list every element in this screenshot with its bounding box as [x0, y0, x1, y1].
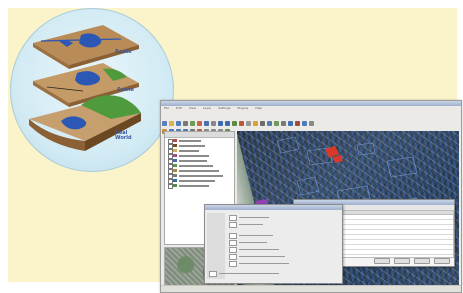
search-button[interactable] — [374, 258, 390, 264]
scene-layer-label: Scene — [117, 87, 134, 93]
gis-application-window: File Edit View Layer Settings Plugins He… — [160, 100, 462, 293]
layer-item[interactable] — [165, 184, 234, 189]
layer-properties-dialog — [204, 204, 343, 284]
gis-layers-concept-illustration: Route Scene Real World — [10, 8, 174, 172]
digitizing-toolbar — [161, 120, 461, 134]
layer-item[interactable] — [165, 144, 234, 149]
illustration-background: Route Scene Real World File Edit View La… — [8, 8, 462, 293]
layer-item[interactable] — [165, 154, 234, 159]
layer-item[interactable] — [165, 139, 234, 144]
layer-item[interactable] — [165, 149, 234, 154]
layer-item[interactable] — [165, 179, 234, 184]
menu-plugins[interactable]: Plugins — [238, 106, 249, 110]
route-layer-slab — [33, 25, 139, 69]
layer-item[interactable] — [165, 169, 234, 174]
real-world-layer-label: Real World — [115, 130, 132, 141]
menu-help[interactable]: Help — [255, 106, 262, 110]
properties-tab-list[interactable] — [207, 213, 225, 279]
menu-layer[interactable]: Layer — [203, 106, 211, 110]
layer-item[interactable] — [165, 174, 234, 179]
layer-properties-title-bar[interactable] — [205, 205, 342, 210]
main-toolbar — [161, 112, 461, 126]
menu-bar: File Edit View Layer Settings Plugins He… — [161, 106, 461, 111]
menu-file[interactable]: File — [164, 106, 169, 110]
layer-item[interactable] — [165, 164, 234, 169]
selected-feature-red[interactable] — [325, 146, 343, 163]
layer-item[interactable] — [165, 159, 234, 164]
help-button[interactable] — [414, 258, 430, 264]
route-layer-label: Route — [115, 49, 132, 55]
menu-view[interactable]: View — [189, 106, 196, 110]
layers-panel-header — [165, 132, 234, 138]
menu-settings[interactable]: Settings — [218, 106, 230, 110]
close-button[interactable] — [434, 258, 450, 264]
advanced-button[interactable] — [394, 258, 410, 264]
real-world-terrain-slab — [29, 95, 141, 151]
menu-edit[interactable]: Edit — [176, 106, 182, 110]
